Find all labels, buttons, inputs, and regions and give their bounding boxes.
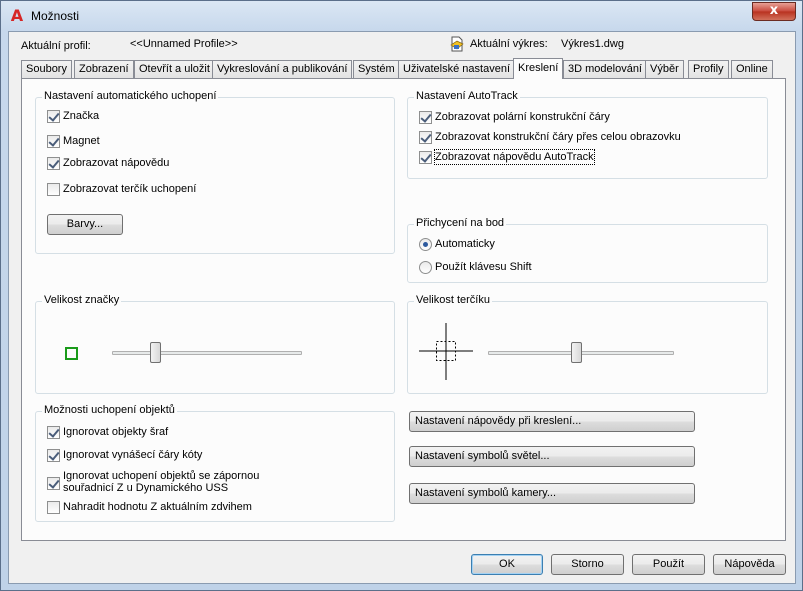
marker-size-slider[interactable] [150,342,161,363]
options-dialog: A Možnosti x Aktuální profil: <<Unnamed … [0,0,803,591]
autocad-icon: A [10,6,24,25]
checkbox-label: Zobrazovat nápovědu [63,157,170,169]
ok-button[interactable]: OK [471,554,543,575]
close-icon: x [769,3,779,18]
cameras-glyph-settings-button[interactable]: Nastavení symbolů kamery... [409,483,695,504]
alignment-group: Přichycení na bod Automaticky Použít klá… [407,217,768,283]
apply-button[interactable]: Použít [632,554,705,575]
colors-button[interactable]: Barvy... [47,214,123,235]
checkbox-label: Ignorovat objekty šraf [63,426,169,438]
tab-vyber[interactable]: Výběr [645,60,684,78]
alignment-title: Přichycení na bod [414,217,507,229]
cancel-button[interactable]: Storno [551,554,624,575]
tab-soubory[interactable]: Soubory [21,60,72,78]
autosnap-group: Nastavení automatického uchopení Značka … [35,90,395,254]
drafting-tooltip-settings-button[interactable]: Nastavení nápovědy při kreslení... [409,411,695,432]
checkbox-box[interactable] [47,426,60,439]
drawing-value: Výkres1.dwg [561,38,624,50]
profile-label: Aktuální profil: [21,40,91,52]
checkbox-label: Zobrazovat konstrukční čáry přes celou o… [435,131,681,143]
aperture-crosshair-icon [419,322,473,382]
checkbox-label-line2: souřadnicí Z u Dynamického USS [63,482,229,494]
radio-button[interactable] [419,238,432,251]
checkbox-box[interactable] [47,135,60,148]
checkbox-label: Zobrazovat terčík uchopení [63,183,197,195]
marker-size-group: Velikost značky [35,294,395,394]
lights-glyph-settings-button[interactable]: Nastavení symbolů světel... [409,446,695,467]
title-bar[interactable]: A Možnosti x [1,1,802,31]
checkbox-box[interactable] [47,183,60,196]
checkbox-label: Magnet [63,135,100,147]
radio-label: Použít klávesu Shift [435,261,532,273]
autosnap-title: Nastavení automatického uchopení [42,90,219,102]
tab-otevrit-a-ulozit[interactable]: Otevřít a uložit [134,60,215,78]
checkbox-box[interactable] [47,477,60,490]
aperture-size-group: Velikost terčíku [407,294,768,394]
marker-size-title: Velikost značky [42,294,122,306]
marker-preview [65,347,78,360]
checkbox-label-line1: Ignorovat uchopení objektů se zápornou [63,470,260,482]
radio-label: Automaticky [435,238,495,250]
checkbox-label: Ignorovat uchopení objektů se zápornou so… [63,470,259,494]
osnap-options-title: Možnosti uchopení objektů [42,404,177,416]
kresleni-panel: Nastavení automatického uchopení Značka … [21,78,786,541]
radio-button[interactable] [419,261,432,274]
checkbox-label: Nahradit hodnotu Z aktuálním zdvihem [63,501,252,513]
drawing-file-icon [449,36,465,52]
checkbox-box[interactable] [419,151,432,164]
checkbox-box[interactable] [419,131,432,144]
marker-size-slider-track[interactable] [112,351,302,355]
osnap-options-group: Možnosti uchopení objektů Ignorovat obje… [35,404,395,522]
close-button[interactable]: x [752,2,796,21]
tab-profily[interactable]: Profily [688,60,729,78]
tab-vykreslovani[interactable]: Vykreslování a publikování [212,60,353,78]
tab-online[interactable]: Online [731,60,773,78]
checkbox-label: Značka [63,110,100,122]
tab-zobrazeni[interactable]: Zobrazení [74,60,134,78]
profile-value: <<Unnamed Profile>> [130,38,238,50]
dialog-client: Aktuální profil: <<Unnamed Profile>> Akt… [8,31,796,584]
help-button[interactable]: Nápověda [713,554,786,575]
window-title: Možnosti [31,9,80,23]
checkbox-box[interactable] [419,111,432,124]
autotrack-title: Nastavení AutoTrack [414,90,520,102]
tab-uzivatelske-nastaveni[interactable]: Uživatelské nastavení [398,60,515,78]
drawing-label: Aktuální výkres: [470,38,548,50]
checkbox-box[interactable] [47,110,60,123]
checkbox-box[interactable] [47,157,60,170]
aperture-size-slider[interactable] [571,342,582,363]
tab-kresleni[interactable]: Kreslení [513,58,564,79]
checkbox-label: Zobrazovat polární konstrukční čáry [435,111,610,123]
checkbox-box[interactable] [47,501,60,514]
checkbox-label: Ignorovat vynášecí čáry kóty [63,449,203,461]
checkbox-label: Zobrazovat nápovědu AutoTrack [434,149,595,165]
tab-3d-modelovani[interactable]: 3D modelování [563,60,647,78]
checkbox-box[interactable] [47,449,60,462]
autotrack-group: Nastavení AutoTrack Zobrazovat polární k… [407,90,768,179]
tab-system[interactable]: Systém [353,60,400,78]
aperture-size-title: Velikost terčíku [414,294,492,306]
